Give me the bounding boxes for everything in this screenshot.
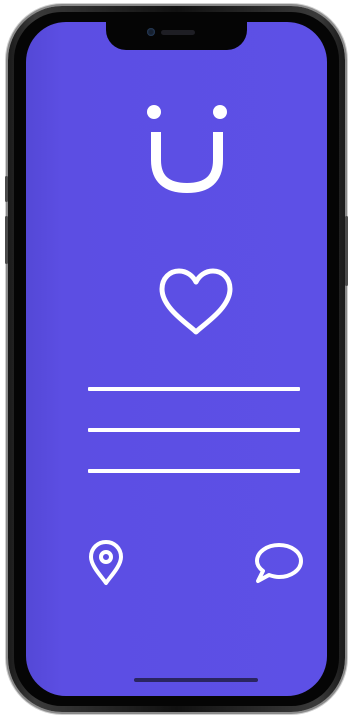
phone-notch (106, 22, 247, 50)
front-camera (147, 28, 155, 36)
heart-icon[interactable] (158, 268, 234, 336)
side-button-left (5, 176, 8, 202)
chat-bubble-icon[interactable] (254, 542, 304, 584)
horizontal-line-3 (88, 469, 300, 473)
app-screen (26, 22, 327, 696)
horizontal-line-2 (88, 428, 300, 432)
side-button-left-lower (5, 216, 8, 264)
earpiece-speaker (161, 30, 195, 35)
location-pin-icon[interactable] (88, 540, 124, 586)
smile-logo-icon (147, 105, 227, 194)
logo-right-dot (213, 105, 227, 119)
home-indicator[interactable] (134, 678, 258, 682)
side-button-right (345, 216, 348, 286)
logo-left-dot (147, 105, 161, 119)
logo-smile-curve (151, 132, 223, 194)
phone-frame (5, 6, 348, 712)
horizontal-line-1 (88, 387, 300, 391)
